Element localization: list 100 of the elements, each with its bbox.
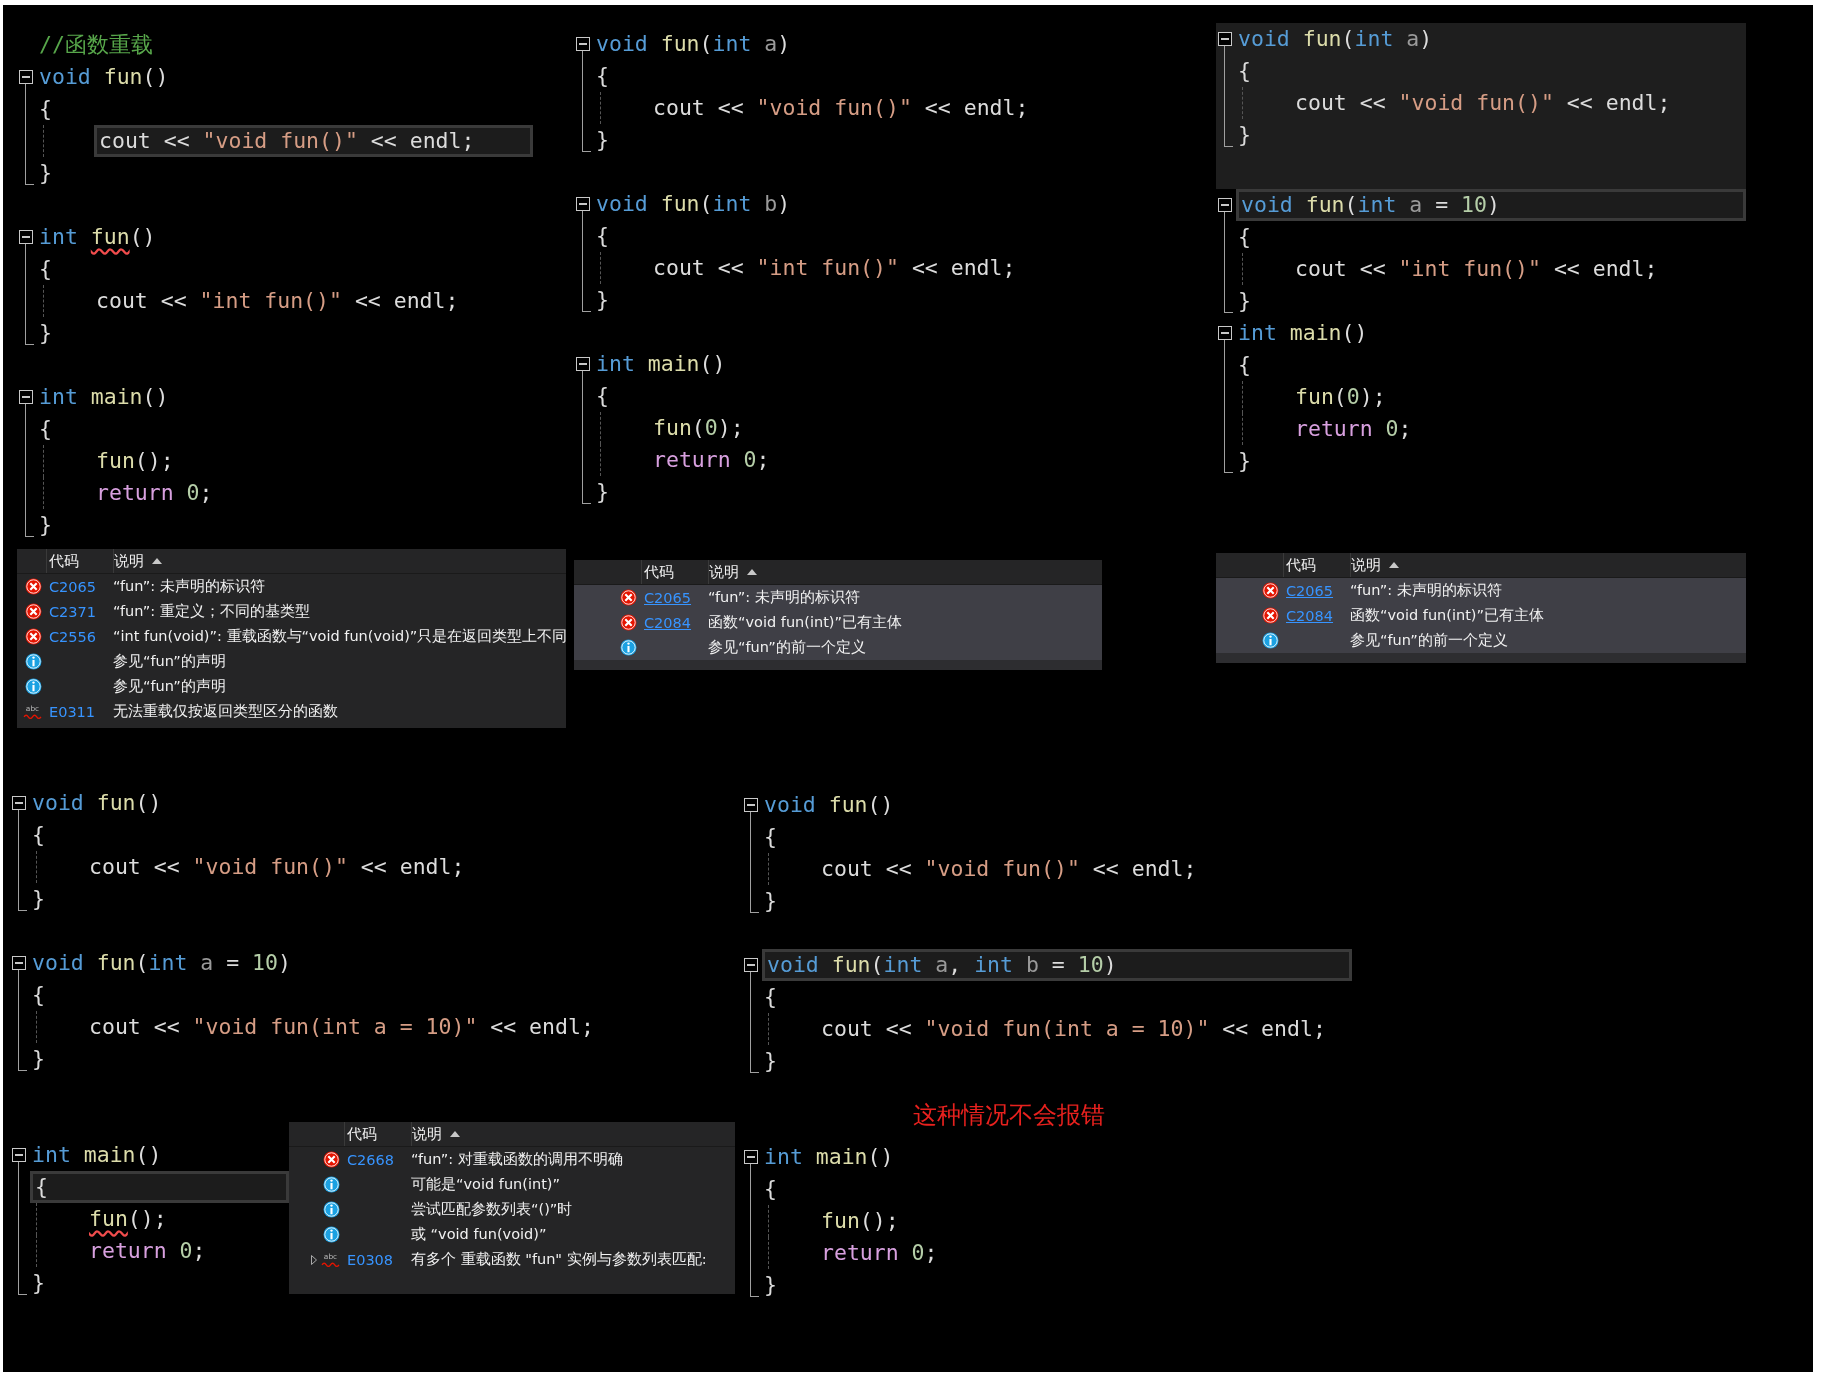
error-code: C2556 — [49, 628, 97, 645]
error-code: C2371 — [49, 603, 97, 620]
error-row[interactable]: C2084 函数“void fun(int)”已有主体 — [1216, 603, 1746, 628]
collapse-icon[interactable] — [576, 37, 590, 51]
collapse-icon[interactable] — [12, 796, 26, 810]
code-line: { — [595, 62, 610, 90]
error-description: “fun”: 未声明的标识符 — [1350, 581, 1502, 600]
column-header[interactable]: 代码 — [347, 1124, 377, 1144]
collapse-icon[interactable] — [19, 70, 33, 84]
collapse-icon[interactable] — [19, 390, 33, 404]
code-line: int main() — [763, 1143, 895, 1171]
column-header[interactable]: 说明 — [709, 562, 739, 582]
collapse-icon[interactable] — [12, 956, 26, 970]
code-line: } — [763, 1047, 778, 1075]
code-line: return 0; — [652, 446, 771, 474]
collapse-icon[interactable] — [576, 357, 590, 371]
error-row[interactable]: 参见“fun”的前一个定义 — [574, 635, 1102, 660]
collapse-icon[interactable] — [12, 1148, 26, 1162]
code-line: } — [595, 126, 610, 154]
code-line: void fun(int b) — [595, 190, 792, 218]
error-icon — [323, 1151, 340, 1168]
error-row[interactable]: C2065 “fun”: 未声明的标识符 — [1216, 578, 1746, 603]
code-line: { — [31, 981, 46, 1009]
info-icon — [323, 1176, 340, 1193]
error-code: C2065 — [49, 578, 97, 595]
code-line: { — [1237, 57, 1252, 85]
code-line: return 0; — [88, 1237, 207, 1265]
expand-icon[interactable] — [311, 1254, 317, 1265]
code-line: cout << "void fun()" << endl; — [652, 94, 1030, 122]
code-line: void fun() — [31, 789, 163, 817]
column-header[interactable]: 代码 — [1286, 555, 1316, 575]
code-line: { — [1237, 223, 1252, 251]
code-line: } — [31, 885, 46, 913]
code-line: } — [763, 887, 778, 915]
error-icon — [620, 614, 637, 631]
sort-icon — [152, 558, 162, 564]
error-row[interactable]: 可能是“void fun(int)” — [289, 1172, 735, 1197]
code-line: fun(); — [88, 1205, 168, 1233]
collapse-icon[interactable] — [744, 798, 758, 812]
code-line: int main() — [31, 1141, 163, 1169]
collapse-icon[interactable] — [576, 197, 590, 211]
code-line: } — [595, 286, 610, 314]
error-row[interactable]: C2065 “fun”: 未声明的标识符 — [574, 585, 1102, 610]
error-description: 参见“fun”的前一个定义 — [1350, 631, 1508, 650]
error-icon — [620, 589, 637, 606]
code-line: void fun(int a) — [1237, 25, 1434, 53]
code-line: return 0; — [820, 1239, 939, 1267]
code-line: cout << "int fun()" << endl; — [652, 254, 1017, 282]
collapse-icon[interactable] — [19, 230, 33, 244]
code-line: void fun() — [38, 63, 170, 91]
code-line: int main() — [1237, 319, 1369, 347]
error-description: 有多个 重载函数 "fun" 实例与参数列表匹配: — [411, 1250, 707, 1269]
error-row[interactable]: C2065 “fun”: 未声明的标识符 — [17, 574, 566, 599]
error-row[interactable]: 参见“fun”的声明 — [17, 674, 566, 699]
code-line: { — [38, 415, 53, 443]
code-line: return 0; — [1294, 415, 1413, 443]
error-icon — [25, 603, 42, 620]
error-row[interactable]: 参见“fun”的声明 — [17, 649, 566, 674]
error-row[interactable]: C2556 “int fun(void)”: 重载函数与“void fun(void)”只是在返回类型上不同 — [17, 624, 566, 649]
column-header[interactable]: 代码 — [644, 562, 674, 582]
error-row[interactable]: C2371 “fun”: 重定义；不同的基类型 — [17, 599, 566, 624]
error-row[interactable]: 尝试匹配参数列表“()”时 — [289, 1197, 735, 1222]
error-description: 或 “void fun(void)” — [411, 1225, 547, 1244]
error-icon — [1262, 582, 1279, 599]
error-description: 函数“void fun(int)”已有主体 — [708, 613, 903, 632]
code-line: int main() — [595, 350, 727, 378]
info-icon — [1262, 632, 1279, 649]
column-header[interactable]: 说明 — [114, 551, 144, 571]
error-description: “fun”: 未声明的标识符 — [113, 577, 265, 596]
collapse-icon[interactable] — [1218, 326, 1232, 340]
collapse-icon[interactable] — [1218, 198, 1232, 212]
error-description: 参见“fun”的声明 — [113, 677, 226, 696]
code-line: { — [1237, 351, 1252, 379]
error-description: “fun”: 重定义；不同的基类型 — [113, 602, 310, 621]
info-icon — [323, 1201, 340, 1218]
code-line: } — [38, 511, 53, 539]
code-line: cout << "void fun(int a = 10)" << endl; — [88, 1013, 595, 1041]
code-line: int fun() — [38, 223, 157, 251]
code-line: int main() — [38, 383, 170, 411]
column-header[interactable]: 说明 — [1351, 555, 1381, 575]
error-code: E0311 — [49, 703, 96, 720]
code-line: { — [31, 821, 46, 849]
error-description: “fun”: 对重载函数的调用不明确 — [411, 1150, 623, 1169]
code-line: } — [31, 1045, 46, 1073]
column-header[interactable]: 代码 — [49, 551, 79, 571]
code-line: { — [763, 823, 778, 851]
error-row[interactable]: 或 “void fun(void)” — [289, 1222, 735, 1247]
error-row[interactable]: C2668 “fun”: 对重载函数的调用不明确 — [289, 1147, 735, 1172]
error-row[interactable]: 参见“fun”的前一个定义 — [1216, 628, 1746, 653]
code-line: { — [595, 382, 610, 410]
code-line: fun(0); — [1294, 383, 1387, 411]
code-line: } — [1237, 447, 1252, 475]
error-icon — [1262, 607, 1279, 624]
error-description: 参见“fun”的前一个定义 — [708, 638, 866, 657]
collapse-icon[interactable] — [1218, 32, 1232, 46]
collapse-icon[interactable] — [744, 958, 758, 972]
collapse-icon[interactable] — [744, 1150, 758, 1164]
error-icon — [25, 578, 42, 595]
error-row[interactable]: C2084 函数“void fun(int)”已有主体 — [574, 610, 1102, 635]
column-header[interactable]: 说明 — [412, 1124, 442, 1144]
